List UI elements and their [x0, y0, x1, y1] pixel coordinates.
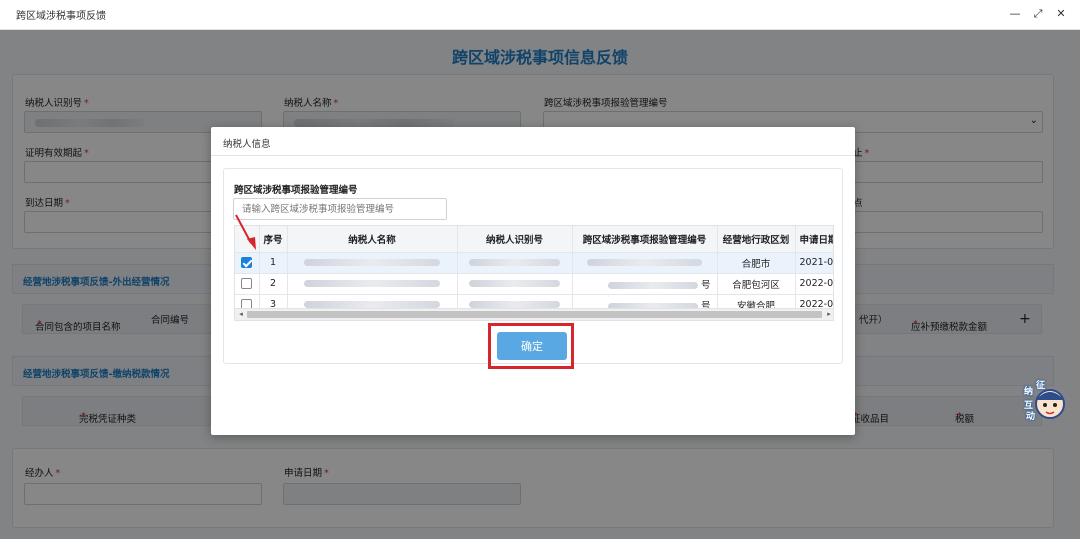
- row-region: 合肥包河区: [717, 273, 796, 295]
- scrollbar-thumb[interactable]: [247, 311, 822, 318]
- window-controls: — ⤢ ✕: [1008, 7, 1068, 21]
- window-titlebar: 跨区域涉税事项反馈 — ⤢ ✕: [0, 0, 1080, 30]
- row-no: 2: [259, 273, 288, 295]
- row-region: 合肥市: [717, 252, 796, 274]
- row-date: 2022-07: [795, 273, 833, 295]
- header-id: 纳税人识别号: [457, 226, 573, 253]
- mgmt-no-search-input[interactable]: [233, 198, 447, 220]
- row-name: [287, 273, 458, 295]
- header-name: 纳税人名称: [287, 226, 458, 253]
- mascot-char: 纳: [1024, 387, 1034, 397]
- header-no: 序号: [259, 226, 288, 253]
- mascot-char: 征: [1036, 381, 1046, 391]
- row-date: 2021-08: [795, 252, 833, 274]
- search-label: 跨区域涉税事项报验管理编号: [234, 185, 358, 196]
- row-no: 1: [259, 252, 288, 274]
- scroll-left-icon[interactable]: ◂: [235, 309, 247, 320]
- table-row[interactable]: 2 号 合肥包河区 2022-07: [235, 273, 833, 295]
- taxpayer-info-dialog: 纳税人信息 跨区域涉税事项报验管理编号 序号 纳税人名称 纳税人识别号 跨区域涉…: [211, 127, 855, 435]
- header-region: 经营地行政区划: [717, 226, 796, 253]
- window-title: 跨区域涉税事项反馈: [16, 11, 106, 22]
- row-mgmt-no: 号: [572, 273, 718, 295]
- maximize-icon[interactable]: ⤢: [1031, 7, 1045, 21]
- confirm-button[interactable]: 确定: [497, 332, 567, 360]
- row-mgmt-no: [572, 252, 718, 274]
- mascot-char: 动: [1026, 412, 1036, 422]
- row-checkbox[interactable]: [241, 257, 253, 268]
- dialog-title: 纳税人信息: [211, 127, 855, 156]
- header-date: 申请日期: [795, 226, 833, 253]
- scroll-right-icon[interactable]: ▸: [823, 309, 833, 320]
- taxpayer-table: 序号 纳税人名称 纳税人识别号 跨区域涉税事项报验管理编号 经营地行政区划 申请…: [234, 225, 834, 321]
- table-row[interactable]: 1 合肥市 2021-08: [235, 252, 833, 274]
- header-mgmt-no: 跨区域涉税事项报验管理编号: [572, 226, 718, 253]
- horizontal-scrollbar[interactable]: ◂ ▸: [235, 308, 833, 320]
- close-icon[interactable]: ✕: [1054, 7, 1068, 21]
- table-header-row: 序号 纳税人名称 纳税人识别号 跨区域涉税事项报验管理编号 经营地行政区划 申请…: [235, 226, 833, 253]
- annotation-arrow-icon: [235, 214, 256, 250]
- minimize-icon[interactable]: —: [1008, 7, 1022, 21]
- row-name: [287, 252, 458, 274]
- row-checkbox[interactable]: [241, 278, 253, 289]
- row-id: [457, 273, 573, 295]
- row-id: [457, 252, 573, 274]
- mascot-badge[interactable]: 纳 征 互 动: [1024, 378, 1068, 424]
